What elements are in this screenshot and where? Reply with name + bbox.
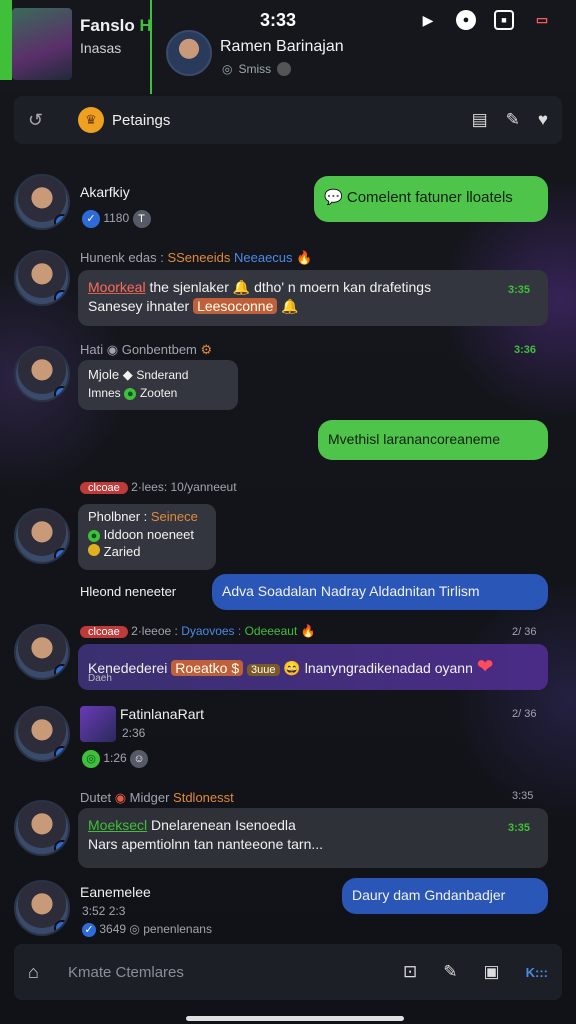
top-header: Fanslo H Inasas Ramen Barinajan ◎ Smiss … bbox=[0, 0, 576, 94]
message-meta: clcoae 2·lees: 10/yanneeut bbox=[80, 480, 237, 494]
message-bubble[interactable]: Moeksecl Dnelarenean Isenoedla Nars apem… bbox=[78, 808, 548, 868]
message-meta: ✓ 1180 T bbox=[82, 210, 151, 228]
reaction-row: ◎ 1:26 ☺ bbox=[82, 750, 149, 768]
peer-status: ◎ Smiss bbox=[222, 62, 292, 76]
keyboard-toggle[interactable]: K::: bbox=[526, 965, 548, 980]
message-author[interactable]: FatinlanaRart bbox=[120, 706, 204, 722]
message-bubble[interactable]: Pholbner : Seinece ● Iddoon noeneet Zari… bbox=[78, 504, 216, 570]
message-time: 2/ 36 bbox=[512, 626, 537, 638]
avatar[interactable] bbox=[14, 250, 70, 306]
emoji-icon[interactable]: ☺ bbox=[130, 750, 149, 768]
back-icon[interactable]: ↺ bbox=[28, 110, 56, 131]
message-bubble[interactable]: 💬 Comelent fatuner lloatels bbox=[314, 176, 548, 222]
accent-stripe bbox=[0, 0, 12, 80]
message-time: 2/ 36 bbox=[512, 708, 537, 720]
avatar[interactable] bbox=[14, 706, 70, 762]
avatar[interactable] bbox=[14, 800, 70, 856]
message-author[interactable]: Eanemelee bbox=[80, 884, 151, 900]
channel-bar: ↺ ♛ Petaings ▤ ✎ ♥ bbox=[14, 96, 562, 144]
message-author[interactable]: Akarfkiy bbox=[80, 184, 130, 200]
bookmark-icon[interactable]: ▤ bbox=[472, 110, 488, 130]
channel-name[interactable]: Petaings bbox=[112, 112, 170, 129]
message-author[interactable]: Hleond neneeter bbox=[80, 584, 176, 599]
message-bubble[interactable]: Kenedederei Roeatko $ 3uue 😄 lnanyngradi… bbox=[78, 644, 548, 690]
home-indicator[interactable] bbox=[186, 1016, 404, 1021]
message-composer: ⌂ ⊡ ✎ ▣ K::: bbox=[14, 944, 562, 1000]
message-meta: clcoae 2·leeoe : Dyaovoes : Odeeeaut 🔥 bbox=[80, 624, 316, 638]
user-circle-icon[interactable]: ● bbox=[456, 10, 476, 30]
user-icon: ◉ bbox=[106, 342, 119, 357]
message-bubble[interactable]: Moorkeal the sjenlaker 🔔 dtho' n moern k… bbox=[78, 270, 548, 326]
message-bubble[interactable]: Adva Soadalan Nadray Aldadnitan Tirlism bbox=[212, 574, 548, 610]
avatar[interactable] bbox=[14, 174, 70, 230]
message-meta: 2:36 bbox=[122, 726, 146, 740]
channel-actions: ▤ ✎ ♥ bbox=[472, 110, 548, 130]
reaction-icon[interactable]: ◎ bbox=[82, 750, 100, 768]
game-thumbnail[interactable] bbox=[12, 8, 72, 80]
app-title: Fanslo H bbox=[80, 16, 152, 35]
status-dot-icon bbox=[277, 62, 292, 76]
message-time: 3:35 bbox=[512, 790, 534, 802]
avatar[interactable] bbox=[14, 508, 70, 564]
home-icon[interactable]: ⌂ bbox=[28, 962, 68, 983]
heart-icon[interactable]: ♥ bbox=[538, 110, 548, 130]
message-bubble[interactable]: Mvethisl laranancoreaneme bbox=[318, 420, 548, 460]
channel-icon: ♛ bbox=[78, 107, 104, 133]
avatar[interactable] bbox=[14, 346, 70, 402]
fire-icon: 🔥 bbox=[296, 250, 313, 265]
message-time: 3:35 bbox=[508, 284, 531, 296]
message-time: 3:35 bbox=[508, 822, 531, 834]
heart-icon[interactable]: ❤ bbox=[477, 656, 494, 678]
status-icon: ◎ bbox=[222, 62, 233, 76]
composer-tools: ⊡ ✎ ▣ K::: bbox=[403, 962, 548, 982]
status-clock: 3:33 bbox=[260, 10, 297, 30]
message-bubble[interactable]: Mjole ◆ Snderand Imnes ● Zooten bbox=[78, 360, 238, 410]
message-list[interactable]: Akarfkiy ✓ 1180 T 💬 Comelent fatuner llo… bbox=[0, 146, 576, 940]
check-icon[interactable]: ✓ bbox=[82, 210, 100, 228]
message-meta: Hunenk edas : SSeneeids Neeaecus 🔥 bbox=[80, 250, 313, 265]
peer-name[interactable]: Ramen Barinajan bbox=[220, 38, 344, 56]
peer-avatar[interactable] bbox=[166, 30, 212, 76]
chat-icon: 💬 bbox=[324, 189, 343, 206]
play-icon[interactable]: ▶ bbox=[418, 10, 438, 30]
message-meta: 3:52 2:3 bbox=[82, 904, 126, 918]
message-meta: ✓ 3649 ◎ penenlenans bbox=[82, 922, 212, 937]
pen-icon[interactable]: ✎ bbox=[506, 110, 520, 130]
status-icons: ▶ ● ■ ▭ bbox=[418, 10, 552, 30]
window-icon[interactable]: ■ bbox=[494, 10, 514, 30]
avatar[interactable] bbox=[14, 624, 70, 680]
avatar[interactable] bbox=[14, 880, 70, 936]
contact-icon[interactable]: ⊡ bbox=[403, 962, 417, 982]
message-input[interactable] bbox=[68, 963, 404, 981]
reaction-icon[interactable]: T bbox=[132, 210, 151, 228]
battery-icon: ▭ bbox=[535, 12, 549, 27]
attachment-thumbnail[interactable] bbox=[80, 706, 116, 742]
header-divider bbox=[150, 0, 152, 94]
message-bubble[interactable]: Daury dam Gndanbadjer bbox=[342, 878, 548, 914]
image-icon[interactable]: ▣ bbox=[484, 962, 500, 982]
message-time: 3:36 bbox=[514, 344, 537, 356]
pen-icon[interactable]: ✎ bbox=[443, 962, 457, 982]
message-meta: Dutet ◉ Midger Stdlonesst bbox=[80, 790, 234, 805]
message-meta: Hati ◉ Gonbentbem ⚙ bbox=[80, 342, 213, 357]
app-subtitle: Inasas bbox=[80, 40, 122, 56]
